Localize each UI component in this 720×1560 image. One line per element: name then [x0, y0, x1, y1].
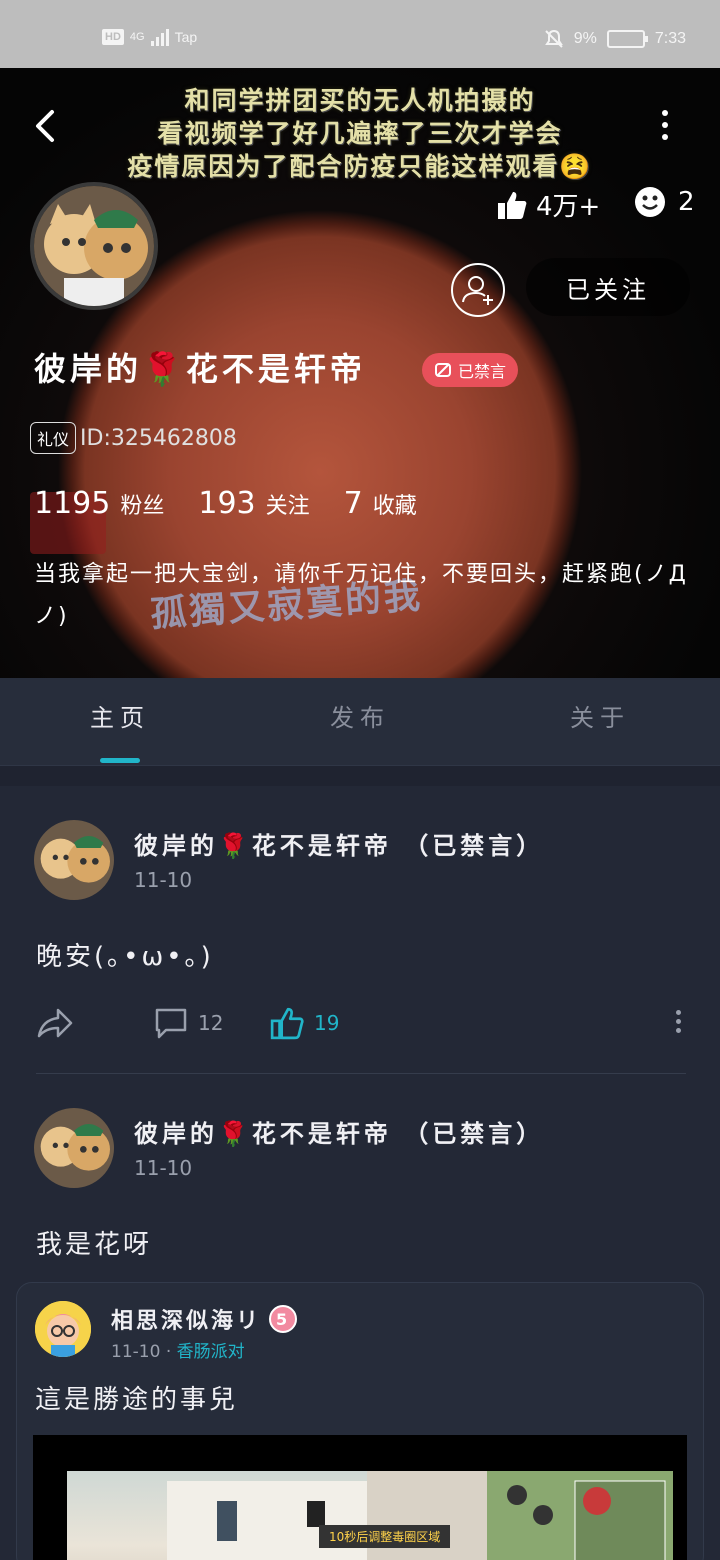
signal-icon: [150, 28, 169, 46]
video-preview[interactable]: 10秒后调整毒圈区域: [33, 1435, 687, 1560]
post-date: 11-10: [134, 1156, 193, 1180]
total-likes: 4万+: [496, 186, 600, 223]
status-bar: HD 4G Tap 9% 7:33: [0, 0, 720, 68]
favorites-label[interactable]: 收藏: [373, 488, 417, 520]
user-id-row: 礼仪 ID:325462808: [30, 422, 237, 454]
following-count[interactable]: 193: [198, 486, 255, 521]
share-button[interactable]: [36, 1006, 74, 1040]
profile-header: 和同学拼团买的无人机拍摄的 看视频学了好几遍摔了三次才学会 疫情原因为了配合防疫…: [0, 68, 720, 678]
avatar[interactable]: [35, 1301, 91, 1357]
battery-percent: 9%: [573, 30, 597, 47]
reactions-count: 2: [678, 187, 695, 217]
mute-icon: [435, 363, 451, 377]
following-button[interactable]: 已关注: [526, 258, 690, 316]
user-id: ID:325462808: [80, 425, 237, 451]
meta-separator: ·: [165, 1342, 172, 1362]
level-badge: 5: [269, 1305, 298, 1333]
comment-icon: [155, 1008, 187, 1039]
following-label[interactable]: 关注: [266, 488, 310, 520]
repost-author[interactable]: 相思深似海リ: [111, 1303, 261, 1335]
repost-meta: 11-10 · 香肠派对: [111, 1337, 245, 1362]
thumbs-up-icon: [270, 1007, 304, 1040]
tab-home[interactable]: 主页: [0, 678, 240, 765]
post-date: 11-10: [134, 868, 193, 892]
share-icon: [37, 1008, 73, 1038]
comment-button[interactable]: 12: [154, 1006, 223, 1040]
profile-tabs: 主页 发布 关于: [0, 678, 720, 766]
repost-author-row: 相思深似海リ 5: [111, 1303, 298, 1335]
post-actions: 12 19: [36, 1006, 686, 1046]
cats-avatar-image: [34, 820, 114, 900]
repost-text: 這是勝途的事兒: [35, 1385, 239, 1415]
fans-label[interactable]: 粉丝: [120, 488, 164, 520]
post-text: 晚安(｡•ω•｡): [36, 942, 214, 972]
cover-captions: 和同学拼团买的无人机拍摄的 看视频学了好几遍摔了三次才学会 疫情原因为了配合防疫…: [0, 84, 720, 183]
add-user-icon: [451, 263, 505, 317]
battery-icon: [606, 30, 648, 48]
post-author[interactable]: 彼岸的🌹花不是轩帝 （已禁言）: [134, 1114, 544, 1149]
add-friend-button[interactable]: [450, 262, 506, 318]
mute-bell-icon: [544, 29, 563, 48]
cats-avatar-image: [34, 1108, 114, 1188]
clock: 7:33: [654, 30, 686, 47]
cover-caption-line: 和同学拼团买的无人机拍摄的: [184, 86, 536, 115]
reactions: 2: [634, 186, 695, 218]
network-type: 4G: [129, 31, 145, 43]
profile-avatar[interactable]: [30, 182, 158, 310]
cartoon-avatar-image: [35, 1301, 91, 1357]
like-count: 19: [314, 1011, 340, 1035]
cats-avatar-image: [34, 186, 154, 306]
favorites-count[interactable]: 7: [344, 486, 363, 521]
status-right: 9% 7:33: [544, 29, 686, 49]
etiquette-tag: 礼仪: [30, 422, 77, 454]
avatar[interactable]: [34, 820, 114, 900]
reposted-card[interactable]: 相思深似海リ 5 11-10 · 香肠派对 這是勝途的事兒 10秒后调整毒圈区域: [16, 1282, 704, 1560]
thumbs-up-icon: [498, 191, 527, 219]
fans-count[interactable]: 1195: [34, 486, 110, 521]
tab-posts[interactable]: 发布: [240, 678, 480, 765]
post-author[interactable]: 彼岸的🌹花不是轩帝 （已禁言）: [134, 826, 544, 861]
back-button[interactable]: [30, 106, 62, 146]
post-card[interactable]: 彼岸的🌹花不是轩帝 （已禁言） 11-10 晚安(｡•ω•｡) 12 19: [0, 786, 720, 1074]
smiley-icon: [635, 187, 665, 217]
muted-badge: 已禁言: [422, 353, 519, 387]
chevron-left-icon: [36, 110, 54, 142]
game-screenshot: 10秒后调整毒圈区域: [67, 1471, 673, 1560]
carrier-app-label: Tap: [174, 29, 198, 45]
avatar[interactable]: [34, 1108, 114, 1188]
cover-caption-line: 看视频学了好几遍摔了三次才学会: [157, 119, 563, 148]
profile-username: 彼岸的🌹花不是轩帝: [34, 350, 366, 388]
profile-bio: 当我拿起一把大宝剑，请你千万记住，不要回头，赶紧跑(ノДノ): [34, 562, 688, 629]
repost-group-link[interactable]: 香肠派对: [177, 1342, 245, 1362]
comment-count: 12: [198, 1011, 224, 1035]
game-banner: 10秒后调整毒圈区域: [319, 1525, 451, 1548]
status-left: HD 4G Tap: [102, 28, 197, 46]
post-more-button[interactable]: [676, 1010, 681, 1033]
likes-count: 4万+: [536, 192, 601, 222]
more-menu-button[interactable]: [650, 106, 680, 146]
like-button[interactable]: 19: [270, 1006, 339, 1040]
cover-caption-line: 疫情原因为了配合防疫只能这样观看😫: [127, 152, 593, 181]
muted-badge-label: 已禁言: [458, 362, 507, 381]
post-text: 我是花呀: [36, 1230, 153, 1260]
tab-about[interactable]: 关于: [480, 678, 720, 765]
profile-stats: 1195 粉丝 193 关注 7 收藏: [34, 486, 441, 521]
hd-indicator: HD: [102, 29, 124, 45]
repost-date: 11-10: [111, 1342, 161, 1362]
section-gap: [0, 766, 720, 786]
